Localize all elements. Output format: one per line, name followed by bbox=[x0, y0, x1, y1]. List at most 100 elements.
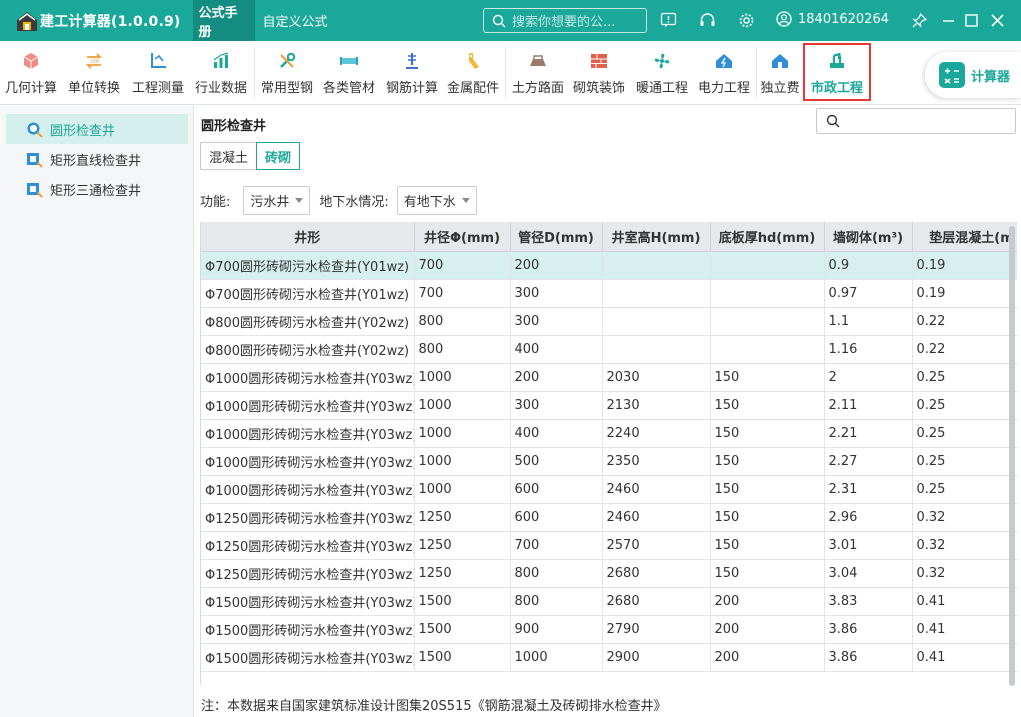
table-row[interactable]: Φ1250圆形砖砌污水检查井(Y03wz) 1250 600 2460 150 2.96 0… bbox=[201, 503, 1017, 532]
column-header[interactable]: 底板厚hd(mm) bbox=[710, 222, 825, 252]
toolbar-divider bbox=[756, 47, 757, 98]
column-header[interactable]: 垫层混凝土(m bbox=[912, 222, 1017, 252]
tool-metal-fittings[interactable]: 金属配件 bbox=[443, 41, 503, 105]
table-cell: Φ1000圆形砖砌污水检查井(Y03wz) bbox=[201, 447, 415, 476]
sidebar-item-circular-well[interactable]: 圆形检查井 bbox=[6, 114, 188, 144]
table-cell: 1500 bbox=[414, 615, 511, 644]
column-header[interactable]: 井径Φ(mm) bbox=[414, 222, 511, 252]
table-row[interactable]: Φ1250圆形砖砌污水检查井(Y03wz) 1250 700 2570 150 3.01 0… bbox=[201, 531, 1017, 560]
user-account[interactable]: 18401620264 bbox=[776, 11, 889, 27]
pipe-icon bbox=[340, 57, 358, 65]
global-search-placeholder: 搜索你想要的公... bbox=[512, 15, 616, 30]
table-cell: Φ1000圆形砖砌污水检查井(Y03wz) bbox=[201, 475, 415, 504]
headset-icon[interactable] bbox=[699, 12, 716, 29]
municipal-icon bbox=[830, 53, 844, 68]
close-icon[interactable] bbox=[989, 12, 1006, 29]
filter-row: 功能: 污水井 地下水情况: 有地下水 bbox=[200, 186, 486, 215]
tool-earthwork-road[interactable]: 土方路面 bbox=[508, 41, 568, 105]
calculator-icon bbox=[939, 62, 965, 88]
tool-section-steel[interactable]: 常用型钢 bbox=[257, 41, 317, 105]
tab-formula-manual[interactable]: 公式手册 bbox=[192, 0, 255, 41]
table-cell: Φ700圆形砖砌污水检查井(Y01wz) bbox=[201, 279, 415, 308]
table-cell: 150 bbox=[710, 531, 825, 560]
feedback-icon[interactable] bbox=[660, 12, 677, 29]
groundwater-filter-label: 地下水情况: bbox=[319, 195, 389, 210]
tool-hvac[interactable]: 暖通工程 bbox=[630, 41, 694, 105]
tab-brick[interactable]: 砖砌 bbox=[256, 142, 301, 170]
table-row[interactable]: Φ700圆形砖砌污水检查井(Y01wz) 700 300 0.97 0.19 bbox=[201, 279, 1017, 308]
tool-unit-convert[interactable]: cm 单位转换 bbox=[62, 41, 126, 105]
table-cell: 2900 bbox=[602, 643, 711, 672]
column-header[interactable]: 井形 bbox=[201, 222, 415, 252]
table-row[interactable]: Φ800圆形砖砌污水检查井(Y02wz) 800 400 1.16 0.22 bbox=[201, 335, 1017, 364]
table-cell: 800 bbox=[510, 587, 603, 616]
table-cell: 2350 bbox=[602, 447, 711, 476]
tool-independent-fee[interactable]: 独立费 bbox=[759, 41, 801, 105]
tool-rebar[interactable]: 钢筋计算 bbox=[381, 41, 443, 105]
table-cell: 150 bbox=[710, 419, 825, 448]
tab-concrete[interactable]: 混凝土 bbox=[200, 142, 258, 170]
table-cell: 1250 bbox=[414, 503, 511, 532]
table-cell bbox=[710, 335, 825, 364]
power-house-icon bbox=[716, 54, 732, 68]
tool-municipal[interactable]: 市政工程 bbox=[803, 43, 871, 101]
tool-industry-data[interactable]: 行业数据 bbox=[190, 41, 252, 105]
table-cell: 300 bbox=[510, 391, 603, 420]
tool-pipes[interactable]: 各类管材 bbox=[317, 41, 381, 105]
table-row[interactable]: Φ1500圆形砖砌污水检查井(Y03wz) 1500 900 2790 200 3.86 0… bbox=[201, 615, 1017, 644]
table-row[interactable]: Φ800圆形砖砌污水检查井(Y02wz) 800 300 1.1 0.22 bbox=[201, 307, 1017, 336]
title-bar: 建工计算器(1.0.0.9) 公式手册 自定义公式 搜索你想要的公... 184… bbox=[0, 0, 1021, 41]
table-cell: 0.22 bbox=[912, 335, 1017, 364]
table-row[interactable]: Φ1000圆形砖砌污水检查井(Y03wz) 1000 600 2460 150 2.31 0… bbox=[201, 475, 1017, 504]
table-row[interactable]: Φ1500圆形砖砌污水检查井(Y03wz) 1500 1000 2900 200 3.86… bbox=[201, 643, 1017, 672]
table-cell: 400 bbox=[510, 419, 603, 448]
page-title: 圆形检查井 bbox=[201, 119, 267, 134]
table-cell: Φ1000圆形砖砌污水检查井(Y03wz) bbox=[201, 391, 415, 420]
table-cell: 0.25 bbox=[912, 391, 1017, 420]
sidebar-item-rect-straight-well[interactable]: 矩形直线检查井 bbox=[6, 144, 188, 174]
gear-icon[interactable] bbox=[738, 12, 755, 29]
table-cell: 0.19 bbox=[912, 251, 1017, 280]
table-row[interactable]: Φ1250圆形砖砌污水检查井(Y03wz) 1250 800 2680 150 3.04 0… bbox=[201, 559, 1017, 588]
table-row[interactable]: Φ1500圆形砖砌污水检查井(Y03wz) 1500 800 2680 200 3.83 0… bbox=[201, 587, 1017, 616]
maximize-icon[interactable] bbox=[963, 12, 980, 29]
table-cell: 1250 bbox=[414, 531, 511, 560]
table-cell: 150 bbox=[710, 475, 825, 504]
table-search-input[interactable] bbox=[816, 108, 1016, 134]
table-row[interactable]: Φ700圆形砖砌污水检查井(Y01wz) 700 200 0.9 0.19 bbox=[201, 251, 1017, 280]
search-icon bbox=[826, 114, 840, 128]
global-search-box[interactable]: 搜索你想要的公... bbox=[483, 8, 647, 33]
column-header[interactable]: 墙砌体(m³) bbox=[824, 222, 913, 252]
table-row[interactable]: Φ1000圆形砖砌污水检查井(Y03wz) 1000 400 2240 150 2.21 0… bbox=[201, 419, 1017, 448]
tab-custom-formula[interactable]: 自定义公式 bbox=[257, 0, 334, 41]
measure-icon bbox=[151, 53, 166, 68]
groundwater-select[interactable]: 有地下水 bbox=[396, 186, 477, 215]
table-cell bbox=[602, 251, 711, 280]
unit-convert-icon: cm bbox=[85, 53, 103, 69]
wrench-icon bbox=[280, 52, 296, 68]
main-panel: 圆形检查井 混凝土 砖砌 功能: 污水井 地下水情况: 有地下水 井形 井径Φ(… bbox=[194, 106, 1021, 717]
calculator-button[interactable]: 计算器 bbox=[925, 52, 1021, 98]
sidebar-item-rect-tee-well[interactable]: 矩形三通检查井 bbox=[6, 174, 188, 204]
tool-masonry-decor[interactable]: 砌筑装饰 bbox=[568, 41, 630, 105]
tool-electric-power[interactable]: 电力工程 bbox=[694, 41, 754, 105]
column-header[interactable]: 管径D(mm) bbox=[510, 222, 603, 252]
table-row[interactable]: Φ1000圆形砖砌污水检查井(Y03wz) 1000 500 2350 150 2.27 0… bbox=[201, 447, 1017, 476]
table-row[interactable]: Φ1000圆形砖砌污水检查井(Y03wz) 1000 200 2030 150 2 0.25 bbox=[201, 363, 1017, 392]
column-header[interactable]: 井室高H(mm) bbox=[602, 222, 711, 252]
tool-geometry[interactable]: 几何计算 bbox=[0, 41, 62, 105]
table-cell: 800 bbox=[510, 559, 603, 588]
table-cell: 2460 bbox=[602, 475, 711, 504]
table-row[interactable]: Φ1000圆形砖砌污水检查井(Y03wz) 1000 300 2130 150 2.11 0… bbox=[201, 391, 1017, 420]
table-cell: 2.31 bbox=[824, 475, 913, 504]
svg-text:cm: cm bbox=[91, 58, 100, 65]
minimize-icon[interactable] bbox=[940, 12, 957, 29]
table-cell: 200 bbox=[510, 363, 603, 392]
table-cell: 2240 bbox=[602, 419, 711, 448]
table-scrollbar[interactable] bbox=[1009, 226, 1015, 686]
function-select[interactable]: 污水井 bbox=[243, 186, 311, 215]
table-cell: 700 bbox=[414, 279, 511, 308]
tool-survey[interactable]: 工程测量 bbox=[126, 41, 190, 105]
pin-icon[interactable] bbox=[911, 12, 928, 29]
table-cell: 2130 bbox=[602, 391, 711, 420]
